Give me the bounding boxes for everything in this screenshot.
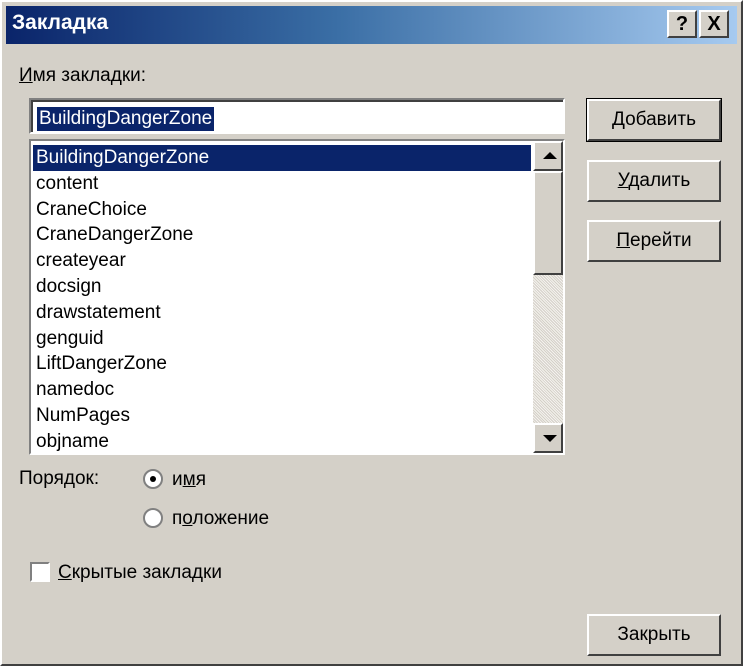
bookmark-list-item[interactable]: createyear [33, 248, 531, 274]
list-scrollbar[interactable] [533, 141, 563, 453]
close-window-button[interactable]: X [699, 10, 729, 38]
bookmark-list-item[interactable]: content [33, 171, 531, 197]
bookmark-list-item[interactable]: BuildingDangerZone [33, 145, 531, 171]
sort-label: Порядок: [19, 468, 100, 489]
scroll-down-button[interactable] [533, 423, 563, 453]
arrow-down-icon [543, 435, 557, 442]
bookmark-list-item[interactable]: namedoc [33, 377, 531, 403]
scroll-up-button[interactable] [533, 141, 563, 171]
sort-by-name-radio[interactable] [143, 469, 163, 489]
bookmark-list-item[interactable]: drawstatement [33, 300, 531, 326]
bookmark-name-value: BuildingDangerZone [37, 107, 215, 131]
bookmark-name-input[interactable]: BuildingDangerZone [29, 98, 565, 134]
bookmark-list-item[interactable]: NumPages [33, 403, 531, 429]
delete-button[interactable]: Удалить [587, 160, 721, 202]
title-bar: Закладка ? X [6, 6, 737, 44]
hidden-bookmarks-checkbox[interactable] [30, 562, 50, 582]
bookmark-name-label: Имя закладки: [19, 65, 147, 86]
bookmark-list-item[interactable]: docsign [33, 274, 531, 300]
bookmark-list-item[interactable]: CraneChoice [33, 197, 531, 223]
bookmark-list-item[interactable]: CraneDangerZone [33, 222, 531, 248]
bookmark-dialog: Закладка ? X Имя закладки: BuildingDange… [0, 0, 743, 666]
bookmark-list-item[interactable]: genguid [33, 326, 531, 352]
arrow-up-icon [543, 152, 557, 159]
scroll-thumb[interactable] [533, 171, 563, 275]
radio-dot-icon [150, 476, 156, 482]
close-icon: X [707, 13, 721, 35]
bookmark-list[interactable]: BuildingDangerZone content CraneChoice Cran… [29, 139, 565, 455]
add-button[interactable]: Добавить [586, 98, 722, 142]
bookmark-list-item[interactable]: LiftDangerZone [33, 351, 531, 377]
window-title: Закладка [12, 11, 109, 34]
help-button[interactable]: ? [667, 10, 697, 38]
help-icon: ? [675, 13, 689, 35]
sort-by-name-label[interactable]: имя [172, 469, 206, 491]
close-button[interactable]: Закрыть [587, 614, 721, 656]
bookmark-list-item[interactable]: objname [33, 429, 531, 455]
goto-button[interactable]: Перейти [587, 220, 721, 262]
sort-by-position-label[interactable]: положение [172, 508, 269, 530]
hidden-bookmarks-label[interactable]: Скрытые закладки [58, 562, 222, 584]
sort-by-position-radio[interactable] [143, 508, 163, 528]
